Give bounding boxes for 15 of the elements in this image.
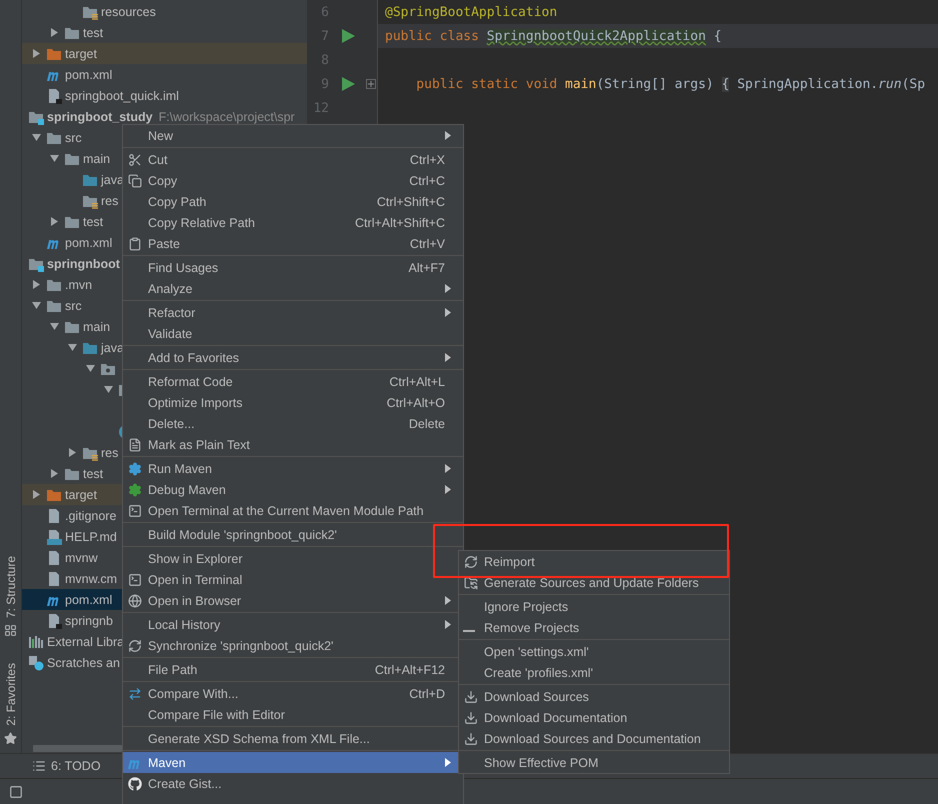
shortcut-label: Ctrl+D [409,686,445,700]
shortcut-label: Ctrl+Alt+O [386,396,445,410]
code-line: public class SpringnbootQuick2Application { [384,28,722,44]
code-line: public static void main(String[] args) { SpringApplication.run(Sp [415,76,926,92]
shortcut-label: Ctrl+Alt+F12 [374,662,445,676]
shortcut-label: Delete [408,416,445,430]
shortcut-label: Ctrl+Alt+L [389,374,445,388]
shortcut-label: Ctrl+V [410,236,445,250]
shortcut-label: Ctrl+C [409,174,445,188]
module-path: F:\workspace\project\spr [158,110,295,124]
shortcut-label: Alt+F7 [408,260,445,274]
shortcut-label: Ctrl+Shift+C [376,194,445,208]
shortcut-label: Ctrl+Alt+Shift+C [355,216,445,230]
shortcut-label: Ctrl+X [410,152,445,166]
code-line: @SpringBootApplication [384,4,558,20]
